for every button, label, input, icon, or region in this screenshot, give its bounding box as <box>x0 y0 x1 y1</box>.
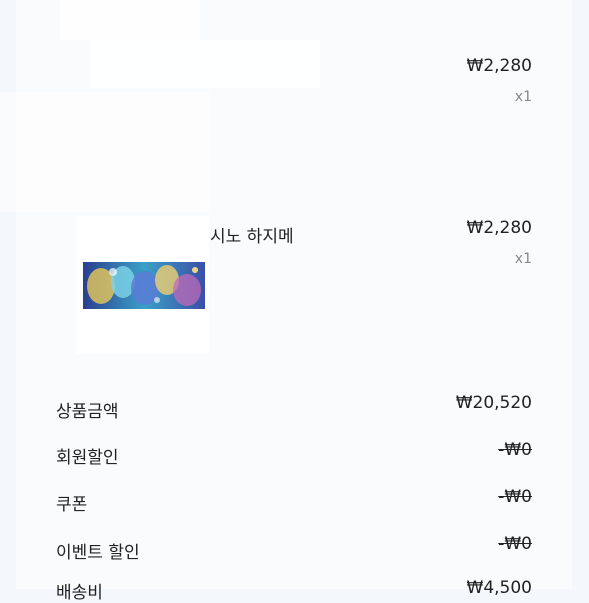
item-quantity: x1 <box>514 251 532 267</box>
coupon-value: -₩0 <box>498 487 532 507</box>
coupon-label: 쿠폰 <box>56 495 88 515</box>
item-price: ₩2,280 <box>466 218 532 238</box>
item-price: ₩2,280 <box>466 56 532 76</box>
event-discount-label: 이벤트 할인 <box>56 543 140 563</box>
event-discount-value: -₩0 <box>498 534 532 554</box>
shipping-fee-label: 배송비 <box>56 583 103 603</box>
item-name[interactable]: 시노 하지메 <box>210 222 294 247</box>
member-discount-value: -₩0 <box>498 440 532 460</box>
game-card-banner-image <box>83 262 205 309</box>
shipping-fee-value: ₩4,500 <box>466 578 532 598</box>
subtotal-value: ₩20,520 <box>455 393 532 413</box>
order-items-card: ₩2,280 x1 시노 하지메 ₩2,280 x1 상품금액 ₩20,520 … <box>16 0 572 603</box>
member-discount-label: 회원할인 <box>56 448 119 468</box>
item-thumbnail[interactable] <box>76 216 209 354</box>
item-quantity: x1 <box>514 89 532 105</box>
subtotal-label: 상품금액 <box>56 402 119 422</box>
